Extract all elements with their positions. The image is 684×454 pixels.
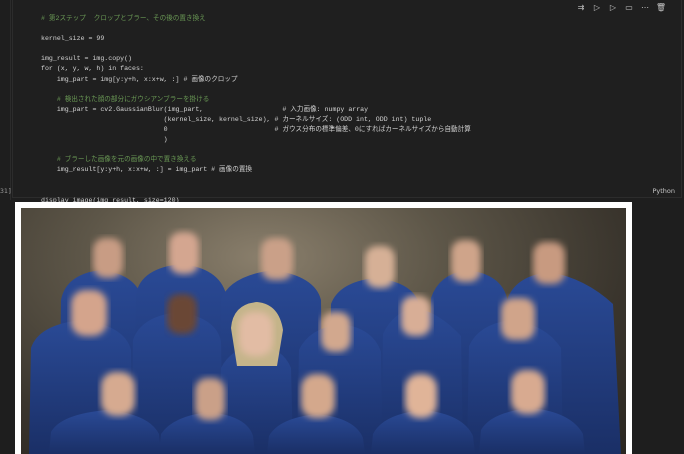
split-cell-icon[interactable]: ▭ [623,2,635,13]
code-line: img_result = img.copy() [41,55,133,63]
code-cell[interactable]: ⇉ ▷ ▷ ▭ ⋯ 🗑 # 第2ステップ クロップとブラー、その後の置き換え k… [12,0,682,204]
astronaut-group-photo [29,232,621,454]
delete-icon[interactable]: 🗑 [655,2,667,13]
code-line: # ブラーした画像を元の画像の中で置き換える [41,156,197,164]
cell-output [12,202,684,454]
code-line: ) [41,136,168,144]
cell-toolbar: ⇉ ▷ ▷ ▭ ⋯ 🗑 [575,1,667,13]
code-line: kernel_size = 99 [41,35,105,43]
run-by-line-icon[interactable]: ⇉ [575,2,587,13]
code-line: img_part = cv2.GaussianBlur(img_part, # … [41,105,369,113]
more-icon[interactable]: ⋯ [639,2,651,13]
code-editor[interactable]: # 第2ステップ クロップとブラー、その後の置き換え kernel_size =… [41,14,471,206]
code-line: 0 # ガウス分布の標準偏差、0にすればカーネルサイズから自動計算 [41,126,471,134]
execute-below-icon[interactable]: ▷ [607,2,619,13]
output-image-frame [15,202,632,454]
execution-count: 31] [0,187,12,195]
cell-gutter [0,0,11,200]
code-line: img_part = img[y:y+h, x:x+w, :] # 画像のクロッ… [41,75,238,83]
code-line: # 第2ステップ クロップとブラー、その後の置き換え [41,15,206,22]
output-image [21,208,626,454]
code-line: (kernel_size, kernel_size), # カーネルサイズ: (… [41,115,432,123]
code-line: img_result[y:y+h, x:x+w, :] = img_part #… [41,166,253,174]
execute-above-icon[interactable]: ▷ [591,2,603,13]
code-line: # 検出された顔の部分にガウシアンブラーを掛ける [41,95,210,103]
code-line: for (x, y, w, h) in faces: [41,65,144,73]
language-indicator[interactable]: Python [652,187,675,195]
